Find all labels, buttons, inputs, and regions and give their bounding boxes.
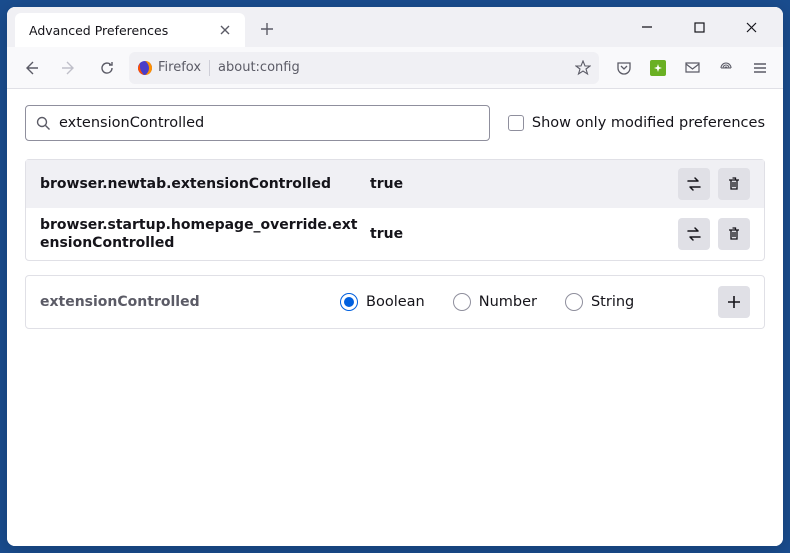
checkbox-icon xyxy=(508,115,524,131)
toolbar: Firefox about:config xyxy=(7,47,783,89)
checkbox-label: Show only modified preferences xyxy=(532,115,765,131)
toolbar-actions xyxy=(605,53,775,83)
pocket-icon[interactable] xyxy=(609,53,639,83)
firefox-logo-icon xyxy=(137,60,153,76)
url-text: about:config xyxy=(218,60,567,75)
radio-icon xyxy=(453,293,471,311)
radio-label: String xyxy=(591,294,634,310)
type-radio-group: Boolean Number String xyxy=(340,293,718,311)
forward-button[interactable] xyxy=(53,52,85,84)
prefs-table: browser.newtab.extensionControlled true … xyxy=(25,159,765,261)
window-controls xyxy=(633,7,779,47)
pref-row[interactable]: browser.startup.homepage_override.extens… xyxy=(26,208,764,260)
delete-button[interactable] xyxy=(718,168,750,200)
identity-box[interactable]: Firefox xyxy=(137,60,210,76)
show-modified-checkbox[interactable]: Show only modified preferences xyxy=(508,115,765,131)
identity-label: Firefox xyxy=(158,60,201,75)
delete-button[interactable] xyxy=(718,218,750,250)
search-input[interactable] xyxy=(59,115,479,131)
radio-label: Boolean xyxy=(366,294,425,310)
bookmark-star-icon[interactable] xyxy=(575,60,591,76)
reload-button[interactable] xyxy=(91,52,123,84)
add-button[interactable] xyxy=(718,286,750,318)
search-row: Show only modified preferences xyxy=(25,105,765,141)
back-button[interactable] xyxy=(15,52,47,84)
close-tab-icon[interactable] xyxy=(215,20,235,40)
search-icon xyxy=(36,116,51,131)
about-config-content: Show only modified preferences browser.n… xyxy=(7,89,783,546)
close-window-button[interactable] xyxy=(737,13,765,41)
extension-icon[interactable] xyxy=(643,53,673,83)
radio-number[interactable]: Number xyxy=(453,293,537,311)
shield-icon[interactable] xyxy=(711,53,741,83)
browser-window: Advanced Preferences xyxy=(7,7,783,546)
menu-button[interactable] xyxy=(745,53,775,83)
mail-icon[interactable] xyxy=(677,53,707,83)
search-box[interactable] xyxy=(25,105,490,141)
add-pref-name: extensionControlled xyxy=(40,294,340,310)
pref-name: browser.newtab.extensionControlled xyxy=(40,175,360,193)
pref-name: browser.startup.homepage_override.extens… xyxy=(40,216,360,252)
radio-icon xyxy=(340,293,358,311)
tab-active[interactable]: Advanced Preferences xyxy=(15,13,245,47)
pref-value: true xyxy=(370,176,668,192)
minimize-button[interactable] xyxy=(633,13,661,41)
url-bar[interactable]: Firefox about:config xyxy=(129,52,599,84)
radio-string[interactable]: String xyxy=(565,293,634,311)
toggle-button[interactable] xyxy=(678,168,710,200)
pref-value: true xyxy=(370,226,668,242)
tab-title: Advanced Preferences xyxy=(29,23,215,38)
new-tab-button[interactable] xyxy=(253,15,281,43)
radio-icon xyxy=(565,293,583,311)
pref-row[interactable]: browser.newtab.extensionControlled true xyxy=(26,160,764,208)
maximize-button[interactable] xyxy=(685,13,713,41)
toggle-button[interactable] xyxy=(678,218,710,250)
tab-bar: Advanced Preferences xyxy=(7,7,783,47)
radio-boolean[interactable]: Boolean xyxy=(340,293,425,311)
radio-label: Number xyxy=(479,294,537,310)
add-pref-row: extensionControlled Boolean Number Strin… xyxy=(25,275,765,329)
